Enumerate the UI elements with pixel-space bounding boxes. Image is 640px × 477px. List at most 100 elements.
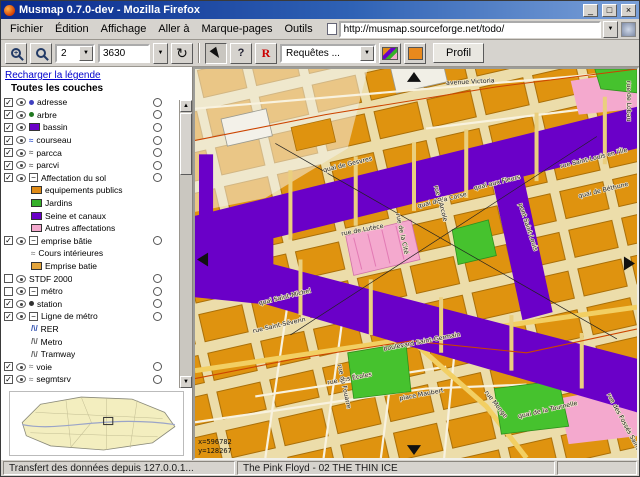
eye-icon[interactable]: [16, 287, 26, 296]
layer-radio[interactable]: [153, 274, 162, 284]
url-input[interactable]: [338, 20, 601, 38]
layer-row[interactable]: ✓ − emprise bâtie: [1, 235, 178, 248]
expand-toggle-icon[interactable]: −: [29, 286, 38, 296]
layer-radio[interactable]: [153, 160, 162, 170]
eye-icon[interactable]: [16, 375, 26, 384]
legend-subitem[interactable]: Autres affectations: [1, 222, 178, 235]
layer-checkbox[interactable]: ✓: [4, 135, 13, 145]
menu-fichier[interactable]: Fichier: [4, 21, 49, 37]
expand-toggle-icon[interactable]: −: [29, 173, 38, 183]
layer-radio[interactable]: [153, 97, 162, 107]
layer-row[interactable]: ✓ bassin: [1, 121, 178, 134]
expand-toggle-icon[interactable]: −: [29, 311, 38, 321]
layer-checkbox[interactable]: ✓: [4, 110, 13, 120]
layer-checkbox[interactable]: ✓: [4, 160, 13, 170]
eye-icon[interactable]: [16, 274, 26, 283]
scroll-down-icon[interactable]: ▼: [180, 376, 192, 388]
layer-checkbox[interactable]: ✓: [4, 122, 13, 132]
legend-subitem[interactable]: /\/Tramway: [1, 348, 178, 361]
overview-map-button[interactable]: [379, 42, 401, 64]
layer-row[interactable]: ✓ − Ligne de métro: [1, 310, 178, 323]
zoom-level-select[interactable]: 2 ▼: [55, 43, 95, 63]
layer-radio[interactable]: [153, 135, 162, 145]
expand-toggle-icon[interactable]: −: [29, 236, 38, 246]
layer-row[interactable]: − métro: [1, 285, 178, 298]
profil-button[interactable]: Profil: [433, 43, 485, 63]
legend-subitem[interactable]: equipements publics: [1, 184, 178, 197]
layer-row[interactable]: ✓ ≈ courseau: [1, 134, 178, 147]
layer-radio[interactable]: [153, 110, 162, 120]
layer-checkbox[interactable]: ✓: [4, 97, 13, 107]
overview-minimap[interactable]: [9, 390, 184, 456]
layer-checkbox[interactable]: ✓: [4, 148, 13, 158]
layer-radio[interactable]: [153, 236, 162, 246]
scale-input[interactable]: [98, 43, 150, 63]
layer-row[interactable]: ✓ − Affectation du sol: [1, 172, 178, 185]
layer-color-button[interactable]: [404, 42, 426, 64]
close-button[interactable]: ×: [621, 3, 636, 17]
layer-radio[interactable]: [153, 122, 162, 132]
layer-checkbox[interactable]: ✓: [4, 374, 13, 384]
layer-row[interactable]: ✓ ≈ segmtsrv: [1, 373, 178, 386]
layer-checkbox[interactable]: [4, 286, 13, 296]
layer-radio[interactable]: [153, 362, 162, 372]
scroll-up-icon[interactable]: ▲: [180, 100, 192, 112]
layer-checkbox[interactable]: ✓: [4, 311, 13, 321]
layer-row[interactable]: ✓ arbre: [1, 109, 178, 122]
layer-radio[interactable]: [153, 374, 162, 384]
map-canvas[interactable]: avenue Victoria rue de Lobau quai de Gesvr…: [193, 67, 639, 460]
eye-icon[interactable]: [16, 312, 26, 321]
scrollbar-thumb[interactable]: [180, 113, 192, 175]
layer-checkbox[interactable]: [4, 274, 13, 284]
layer-row[interactable]: ✓ ≈ voie: [1, 360, 178, 373]
eye-icon[interactable]: [16, 148, 26, 157]
menu-outils[interactable]: Outils: [278, 21, 318, 37]
eye-icon[interactable]: [16, 173, 26, 182]
scale-dropdown-button[interactable]: ▼: [153, 42, 168, 64]
eye-icon[interactable]: [16, 123, 26, 132]
eye-icon[interactable]: [16, 110, 26, 119]
legend-subitem[interactable]: /\/RER: [1, 323, 178, 336]
layer-row[interactable]: ✓ adresse: [1, 96, 178, 109]
layer-radio[interactable]: [153, 173, 162, 183]
maximize-button[interactable]: □: [602, 3, 617, 17]
layer-row[interactable]: ✓ ≈ parcca: [1, 146, 178, 159]
layer-row[interactable]: ✓ station: [1, 298, 178, 311]
legend-subitem[interactable]: Seine et canaux: [1, 209, 178, 222]
layer-radio[interactable]: [153, 286, 162, 296]
menu-edition[interactable]: Édition: [49, 21, 95, 37]
layer-checkbox[interactable]: ✓: [4, 299, 13, 309]
eye-icon[interactable]: [16, 136, 26, 145]
layer-row[interactable]: STDF 2000: [1, 272, 178, 285]
zoom-page-button[interactable]: [30, 42, 52, 64]
eye-icon[interactable]: [16, 161, 26, 170]
eye-icon[interactable]: [16, 98, 26, 107]
eye-icon[interactable]: [16, 236, 26, 245]
layer-checkbox[interactable]: ✓: [4, 173, 13, 183]
layer-checkbox[interactable]: ✓: [4, 362, 13, 372]
legend-subitem[interactable]: ≈ Cours intérieures: [1, 247, 178, 260]
zoom-in-button[interactable]: +: [5, 42, 27, 64]
layer-radio[interactable]: [153, 311, 162, 321]
url-history-dropdown[interactable]: ▼: [603, 20, 618, 38]
reload-map-button[interactable]: ↻: [171, 42, 193, 64]
eye-icon[interactable]: [16, 299, 26, 308]
layer-row[interactable]: ✓ ≈ parcvi: [1, 159, 178, 172]
menu-marque-pages[interactable]: Marque-pages: [196, 21, 279, 37]
requetes-select[interactable]: Requêtes ... ▼: [280, 43, 376, 63]
legend-subitem[interactable]: Emprise batie: [1, 260, 178, 273]
eye-icon[interactable]: [16, 362, 26, 371]
minimize-button[interactable]: _: [583, 3, 598, 17]
menu-affichage[interactable]: Affichage: [95, 21, 153, 37]
layer-checkbox[interactable]: ✓: [4, 236, 13, 246]
menu-aller-a[interactable]: Aller à: [152, 21, 195, 37]
reload-legend-link[interactable]: Recharger la légende: [1, 67, 192, 82]
legend-subitem[interactable]: /\/Metro: [1, 335, 178, 348]
pointer-tool-button[interactable]: [205, 42, 227, 64]
query-tool-button[interactable]: R: [255, 42, 277, 64]
sidebar-scrollbar[interactable]: ▲ ▼: [179, 100, 192, 388]
layer-radio[interactable]: [153, 148, 162, 158]
help-tool-button[interactable]: ?: [230, 42, 252, 64]
legend-subitem[interactable]: Jardins: [1, 197, 178, 210]
layer-radio[interactable]: [153, 299, 162, 309]
